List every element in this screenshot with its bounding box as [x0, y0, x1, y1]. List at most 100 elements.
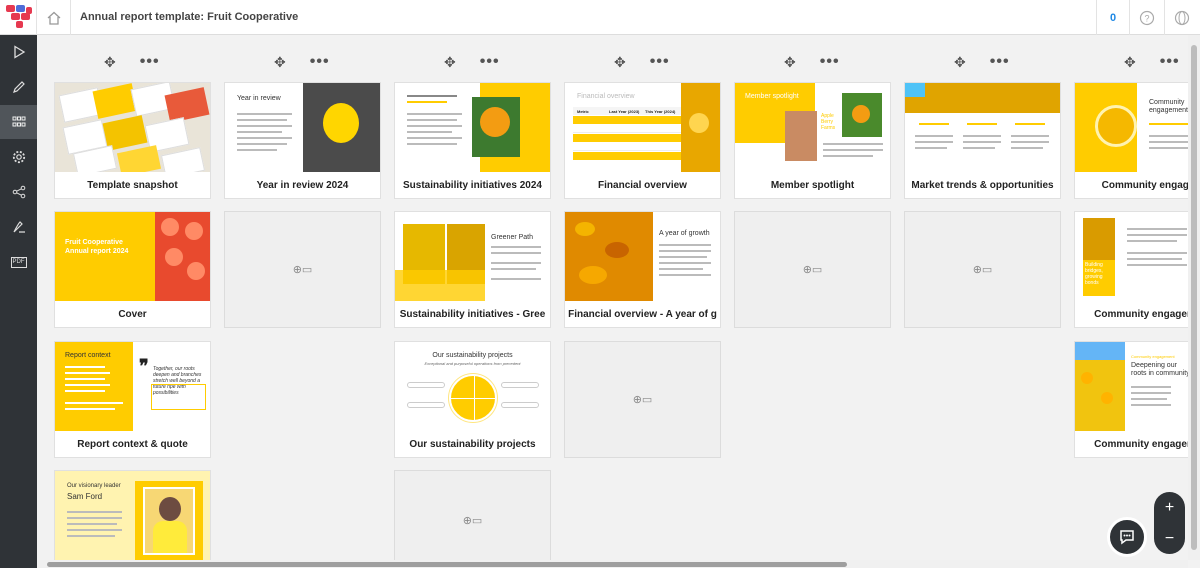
- fruit-tree-image: [1083, 218, 1115, 260]
- page-card-sustainability-2024[interactable]: Sustainability initiatives 2024: [394, 82, 551, 199]
- move-icon[interactable]: ✥: [954, 55, 966, 69]
- move-icon[interactable]: ✥: [274, 55, 286, 69]
- more-icon[interactable]: •••: [480, 54, 500, 70]
- more-icon[interactable]: •••: [1160, 54, 1180, 70]
- bee-flower-image: [681, 83, 720, 172]
- page-card-sustainability-green[interactable]: Greener Path Sustainability initiatives …: [394, 211, 551, 328]
- home-icon: [47, 11, 60, 25]
- account-button[interactable]: [1165, 0, 1199, 35]
- add-page-icon[interactable]: ⊕▭: [803, 263, 823, 276]
- chat-button[interactable]: [1107, 517, 1147, 557]
- page-thumbnail: Greener Path: [395, 212, 550, 301]
- add-page-icon[interactable]: ⊕▭: [973, 263, 993, 276]
- page-card-template-snapshot[interactable]: Template snapshot: [54, 82, 211, 199]
- add-page-icon[interactable]: ⊕▭: [293, 263, 313, 276]
- chat-icon: [1120, 530, 1134, 545]
- app-logo[interactable]: [6, 5, 32, 29]
- page-thumbnail: [55, 83, 210, 172]
- page-title: Community engagem: [1101, 180, 1188, 191]
- vertical-scrollbar[interactable]: [1188, 35, 1200, 560]
- page-card-community-engagement-3[interactable]: Community engagement Deepening our roots…: [1074, 341, 1188, 458]
- page-card-visionary-leader[interactable]: Our visionary leader Sam Ford: [54, 470, 211, 560]
- zoom-out-button[interactable]: −: [1154, 523, 1185, 554]
- column-3-controls: ✥ •••: [444, 54, 500, 70]
- page-thumbnail: Year in review: [225, 83, 380, 172]
- projects-circle-graphic: [449, 374, 497, 422]
- page-card-member-spotlight[interactable]: Member spotlight Apple Berry Farms Member …: [734, 82, 891, 199]
- help-button[interactable]: ?: [1130, 0, 1164, 35]
- gear-icon: [12, 150, 25, 164]
- svg-text:?: ?: [1144, 13, 1149, 23]
- page-card-cover[interactable]: Fruit Cooperative Annual report 2024 Cov…: [54, 211, 211, 328]
- empty-slot[interactable]: ⊕▭: [564, 341, 721, 458]
- add-page-icon[interactable]: ⊕▭: [633, 393, 653, 406]
- zoom-controls: + −: [1154, 492, 1185, 554]
- page-thumbnail: Our visionary leader Sam Ford: [55, 471, 210, 560]
- more-icon[interactable]: •••: [650, 54, 670, 70]
- page-title: Cover: [118, 309, 147, 320]
- autumn-leaves-image: [565, 212, 653, 301]
- signature-icon: [12, 221, 25, 233]
- grapefruit-image: [155, 212, 210, 301]
- page-card-financial-growth[interactable]: A year of growth Financial overview - A …: [564, 211, 721, 328]
- page-title: Year in review 2024: [256, 180, 349, 191]
- pdf-icon: PDF: [10, 256, 27, 268]
- quote-mark-icon: ❞: [139, 356, 149, 376]
- page-thumbnail: Building bridges, growing bonds: [1075, 212, 1188, 301]
- top-bar: Annual report template: Fruit Cooperativ…: [0, 0, 1200, 35]
- move-icon[interactable]: ✥: [784, 55, 796, 69]
- share-icon: [12, 185, 25, 199]
- page-card-year-in-review[interactable]: Year in review Year in review 2024: [224, 82, 381, 199]
- column-4-controls: ✥ •••: [614, 54, 670, 70]
- move-icon[interactable]: ✥: [444, 55, 456, 69]
- leader-photo: [143, 487, 195, 555]
- page-card-financial-overview[interactable]: Financial overview Metric Last Year (202…: [564, 82, 721, 199]
- page-thumbnail: Community engagement: [1075, 83, 1188, 172]
- page-title: Our sustainability projects: [409, 439, 536, 450]
- empty-slot[interactable]: ⊕▭: [904, 211, 1061, 328]
- page-card-community-engagement-2[interactable]: Building bridges, growing bonds Communit…: [1074, 211, 1188, 328]
- move-icon[interactable]: ✥: [614, 55, 626, 69]
- page-title: Sustainability initiatives - Gree: [399, 309, 546, 320]
- globe-icon: [1174, 10, 1190, 25]
- notification-count[interactable]: 0: [1097, 0, 1129, 35]
- column-2-controls: ✥ •••: [274, 54, 330, 70]
- page-card-report-context[interactable]: Report context ❞ Together, our roots dee…: [54, 341, 211, 458]
- honeycomb-image: [905, 83, 1060, 113]
- page-thumbnail: A year of growth: [565, 212, 720, 301]
- lemon-image: [323, 103, 359, 143]
- more-icon[interactable]: •••: [990, 54, 1010, 70]
- empty-slot[interactable]: ⊕▭: [224, 211, 381, 328]
- more-icon[interactable]: •••: [820, 54, 840, 70]
- more-icon[interactable]: •••: [310, 54, 330, 70]
- move-icon[interactable]: ✥: [104, 55, 116, 69]
- pdf-export-button[interactable]: PDF: [0, 245, 37, 279]
- move-icon[interactable]: ✥: [1124, 55, 1136, 69]
- add-page-icon[interactable]: ⊕▭: [463, 514, 483, 527]
- sign-button[interactable]: [0, 210, 37, 244]
- page-thumbnail: Member spotlight Apple Berry Farms: [735, 83, 890, 172]
- page-title: Member spotlight: [770, 180, 855, 191]
- home-button[interactable]: [37, 0, 70, 35]
- sunflower-field-image: [1075, 342, 1125, 431]
- page-title: Financial overview: [598, 180, 687, 191]
- page-card-sustainability-projects[interactable]: Our sustainability projects Exceptional …: [394, 341, 551, 458]
- present-button[interactable]: [0, 35, 37, 69]
- page-title: Financial overview - A year of g: [568, 309, 717, 320]
- column-1-controls: ✥ •••: [104, 54, 160, 70]
- zoom-in-button[interactable]: +: [1154, 492, 1185, 523]
- share-button[interactable]: [0, 175, 37, 209]
- empty-slot[interactable]: ⊕▭: [394, 470, 551, 560]
- oranges-image: [842, 93, 882, 137]
- page-card-market-trends[interactable]: Market trends & opportunities: [904, 82, 1061, 199]
- more-icon[interactable]: •••: [140, 54, 160, 70]
- play-icon: [13, 45, 25, 59]
- grid-view-button[interactable]: [0, 105, 37, 139]
- horizontal-scrollbar[interactable]: [37, 560, 1188, 568]
- page-card-community-engagement[interactable]: Community engagement Community engagem: [1074, 82, 1188, 199]
- member-photo: [785, 111, 817, 161]
- settings-button[interactable]: [0, 140, 37, 174]
- empty-slot[interactable]: ⊕▭: [734, 211, 891, 328]
- page-title: Community engagement: [1094, 439, 1188, 450]
- edit-button[interactable]: [0, 70, 37, 104]
